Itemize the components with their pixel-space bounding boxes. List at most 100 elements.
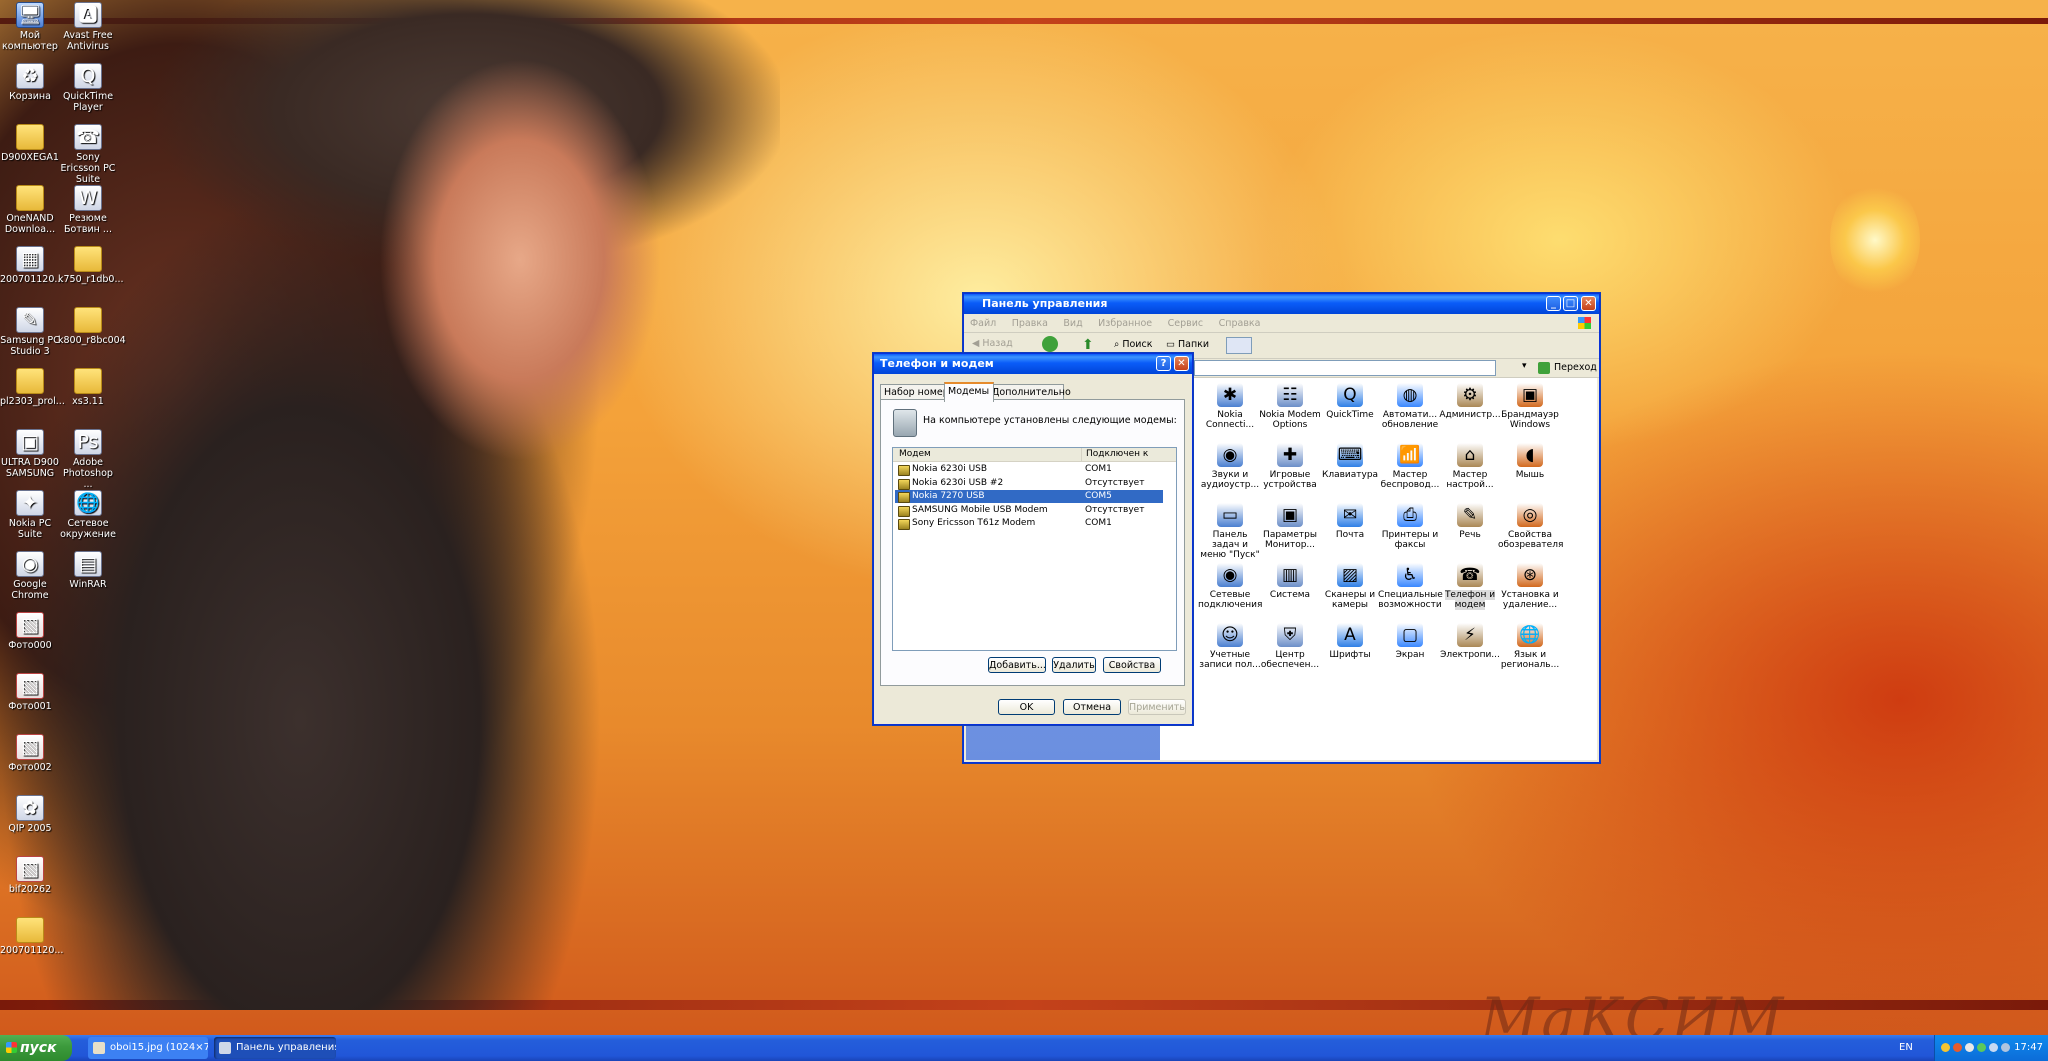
search-button[interactable]: ⌕ Поиск — [1114, 339, 1152, 350]
control-panel-item[interactable]: ✎ Речь — [1438, 503, 1502, 540]
menu-file[interactable]: Файл — [964, 315, 1002, 332]
control-panel-item[interactable]: ▢ Экран — [1378, 623, 1442, 660]
control-panel-item[interactable]: ▣ Параметры Монитор... — [1258, 503, 1322, 550]
back-button[interactable]: ◀ Назад — [972, 338, 1013, 349]
cancel-button[interactable]: Отмена — [1063, 699, 1121, 715]
desktop-icon[interactable]: ✦ Nokia PC Suite — [0, 490, 60, 540]
control-panel-item[interactable]: 📶 Мастер беспровод... — [1378, 443, 1442, 490]
phone-modem-dialog[interactable]: Телефон и модем ? ✕ Набор номера Модемы … — [873, 353, 1193, 725]
up-icon[interactable]: ⬆ — [1082, 337, 1094, 353]
table-row[interactable]: Nokia 6230i USB #2 Отсутствует — [895, 477, 1163, 490]
control-panel-item[interactable]: ◍ Автомати... обновление — [1378, 383, 1442, 430]
control-panel-item[interactable]: ⚙ Администр... — [1438, 383, 1502, 420]
control-panel-item[interactable]: ▨ Сканеры и камеры — [1318, 563, 1382, 610]
desktop-icon[interactable]: ▣ ULTRA D900 SAMSUNG — [0, 429, 60, 479]
control-panel-item[interactable]: ⎙ Принтеры и факсы — [1378, 503, 1442, 550]
column-attached-to[interactable]: Подключен к — [1081, 448, 1148, 461]
control-panel-item[interactable]: ◖ Мышь — [1498, 443, 1562, 480]
tab-modems[interactable]: Модемы — [944, 382, 994, 402]
control-panel-titlebar[interactable]: Панель управления _ □ ✕ — [964, 294, 1599, 314]
tab-advanced[interactable]: Дополнительно — [988, 384, 1071, 400]
remove-button[interactable]: Удалить — [1052, 657, 1096, 673]
desktop-icon[interactable]: ✎ Samsung PC Studio 3 — [0, 307, 60, 357]
tray-icon[interactable] — [2001, 1043, 2010, 1052]
taskbar-item-image-viewer[interactable]: oboi15.jpg (1024×76... — [88, 1037, 208, 1059]
desktop-icon[interactable]: ☎ Sony Ericsson PC Suite — [58, 124, 118, 185]
desktop-icon[interactable]: Q QuickTime Player — [58, 63, 118, 113]
menu-tools[interactable]: Сервис — [1162, 315, 1210, 332]
ok-button[interactable]: OK — [998, 699, 1055, 715]
control-panel-item[interactable]: ◉ Звуки и аудиоустр... — [1198, 443, 1262, 490]
menu-view[interactable]: Вид — [1057, 315, 1088, 332]
desktop-icon[interactable]: ◉ Google Chrome — [0, 551, 60, 601]
desktop-icon[interactable]: 🅰 Avast Free Antivirus — [58, 2, 118, 52]
maximize-button[interactable]: □ — [1563, 296, 1578, 311]
control-panel-item[interactable]: 🌐 Язык и региональ... — [1498, 623, 1562, 670]
desktop-icon[interactable]: ▧ bif20262 — [0, 856, 60, 895]
modem-list[interactable]: Модем Подключен к Nokia 6230i USB COM1 Nok… — [892, 447, 1177, 651]
folders-button[interactable]: ▭ Папки — [1166, 339, 1209, 350]
control-panel-item[interactable]: ⌨ Клавиатура — [1318, 443, 1382, 480]
desktop-icon[interactable]: D900XEGA1 — [0, 124, 60, 163]
help-button[interactable]: ? — [1156, 356, 1171, 371]
desktop-icon[interactable]: 🌐 Сетевое окружение — [58, 490, 118, 540]
language-indicator[interactable]: EN — [1899, 1035, 1913, 1061]
apply-button[interactable]: Применить — [1128, 699, 1186, 715]
desktop-icon[interactable]: W Резюме Ботвин ... — [58, 185, 118, 235]
tray-icon[interactable] — [1965, 1043, 1974, 1052]
desktop-icon[interactable]: pl2303_prol... — [0, 368, 65, 407]
desktop-icon[interactable]: ▦ 200701120... — [0, 246, 63, 285]
control-panel-item[interactable]: ◉ Сетевые подключения — [1198, 563, 1262, 610]
tray-icon[interactable] — [1953, 1043, 1962, 1052]
views-button[interactable] — [1226, 337, 1252, 354]
column-modem[interactable]: Модем — [899, 448, 931, 461]
tray-icon[interactable] — [1977, 1043, 1986, 1052]
clock[interactable]: 17:47 — [2014, 1035, 2043, 1061]
control-panel-item[interactable]: ♿ Специальные возможности — [1378, 563, 1443, 610]
desktop-icon[interactable]: ✿ QIP 2005 — [0, 795, 60, 834]
desktop-icon[interactable]: ▧ Фото000 — [0, 612, 60, 651]
desktop-icon[interactable]: ▤ WinRAR — [58, 551, 118, 590]
control-panel-item[interactable]: ☷ Nokia Modem Options — [1258, 383, 1322, 430]
control-panel-item[interactable]: ⊛ Установка и удаление... — [1498, 563, 1562, 610]
control-panel-item[interactable]: ☎ Телефон и модем — [1438, 563, 1502, 610]
dialog-titlebar[interactable]: Телефон и модем ? ✕ — [874, 354, 1192, 374]
desktop-icon[interactable]: ▧ Фото001 — [0, 673, 60, 712]
control-panel-item[interactable]: ☺ Учетные записи пол... — [1198, 623, 1262, 670]
control-panel-item[interactable]: A Шрифты — [1318, 623, 1382, 660]
menu-help[interactable]: Справка — [1213, 315, 1267, 332]
control-panel-item[interactable]: ⚡ Электропи... — [1438, 623, 1502, 660]
add-button[interactable]: Добавить... — [988, 657, 1046, 673]
table-row[interactable]: SAMSUNG Mobile USB Modem Отсутствует — [895, 504, 1163, 517]
control-panel-item[interactable]: ✚ Игровые устройства — [1258, 443, 1322, 490]
control-panel-item[interactable]: ⛨ Центр обеспечен... — [1258, 623, 1322, 670]
desktop-icon[interactable]: 200701120... — [0, 917, 63, 956]
desktop-icon[interactable]: xs3.11 — [58, 368, 118, 407]
start-button[interactable]: пуск — [0, 1035, 72, 1061]
desktop-icon[interactable]: 🖥 Мой компьютер — [0, 2, 60, 52]
tray-icon[interactable] — [1941, 1043, 1950, 1052]
control-panel-item[interactable]: ▭ Панель задач и меню "Пуск" — [1198, 503, 1262, 560]
menu-edit[interactable]: Правка — [1006, 315, 1054, 332]
control-panel-item[interactable]: ▣ Брандмауэр Windows — [1498, 383, 1562, 430]
desktop-icon[interactable]: ♻ Корзина — [0, 63, 60, 102]
control-panel-item[interactable]: Q QuickTime — [1318, 383, 1382, 420]
table-row[interactable]: Nokia 7270 USB COM5 — [895, 490, 1163, 503]
tab-dialing-rules[interactable]: Набор номера — [880, 384, 955, 400]
desktop-icon[interactable]: k800_r8bc004 — [58, 307, 126, 346]
close-button[interactable]: ✕ — [1581, 296, 1596, 311]
desktop-icon[interactable]: OneNAND Downloa... — [0, 185, 60, 235]
control-panel-item[interactable]: ⌂ Мастер настрой... — [1438, 443, 1502, 490]
menu-favorites[interactable]: Избранное — [1092, 315, 1158, 332]
desktop-icon[interactable]: Ps Adobe Photoshop ... — [58, 429, 118, 490]
control-panel-item[interactable]: ◎ Свойства обозревателя — [1498, 503, 1563, 550]
control-panel-item[interactable]: ✉ Почта — [1318, 503, 1382, 540]
minimize-button[interactable]: _ — [1546, 296, 1561, 311]
properties-button[interactable]: Свойства — [1103, 657, 1161, 673]
forward-icon[interactable] — [1042, 336, 1058, 352]
table-row[interactable]: Sony Ericsson T61z Modem COM1 — [895, 517, 1163, 530]
control-panel-item[interactable]: ▥ Система — [1258, 563, 1322, 600]
go-button[interactable]: Переход — [1536, 360, 1597, 376]
address-dropdown-icon[interactable]: ▾ — [1522, 361, 1527, 371]
close-button[interactable]: ✕ — [1174, 356, 1189, 371]
